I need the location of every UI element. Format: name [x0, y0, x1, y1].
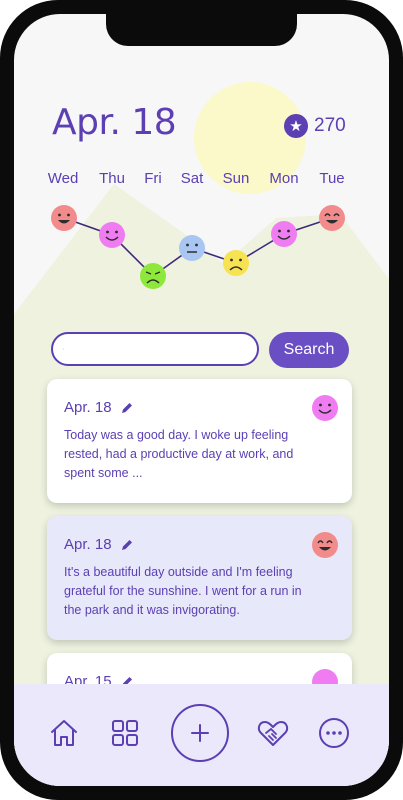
mood-face-sad[interactable]	[140, 263, 166, 289]
weekday-row: Wed Thu Fri Sat Sun Mon Tue	[14, 170, 389, 192]
bottom-nav	[14, 684, 389, 786]
mood-face-sad[interactable]	[223, 250, 249, 276]
entry-date-row: Apr. 18	[64, 536, 334, 553]
day-label: Fri	[144, 170, 162, 187]
more-icon	[319, 718, 349, 748]
day-label: Thu	[99, 170, 125, 187]
day-label: Mon	[269, 170, 299, 187]
entry-text: Today was a good day. I woke up feeling …	[64, 428, 294, 480]
mood-face-happy[interactable]	[51, 205, 77, 231]
community-button[interactable]	[256, 717, 290, 749]
heart-handshake-icon	[257, 721, 289, 746]
volume-down-button	[0, 230, 2, 290]
search-field[interactable]	[51, 332, 259, 366]
mood-graph	[51, 205, 345, 289]
star-icon: ★	[284, 114, 308, 138]
entry-date: Apr. 18	[64, 399, 112, 416]
search-input[interactable]	[72, 340, 257, 358]
pencil-icon[interactable]	[120, 538, 134, 552]
home-icon	[51, 720, 77, 746]
mood-face-happy[interactable]	[271, 221, 297, 247]
phone-notch	[106, 14, 297, 46]
journal-entry-card[interactable]: Apr. 18 It's a beautiful day outside and…	[47, 516, 352, 640]
entry-date-row: Apr. 18	[64, 399, 334, 416]
star-points[interactable]: ★ 270	[284, 114, 346, 138]
entry-date: Apr. 18	[64, 536, 112, 553]
day-label: Sat	[180, 170, 204, 187]
page-title: Apr. 18	[52, 102, 177, 143]
mood-face-happy[interactable]	[319, 205, 345, 231]
day-label: Sun	[222, 170, 250, 187]
day-label: Wed	[47, 170, 79, 187]
mood-face-happy-icon	[312, 532, 338, 558]
star-count: 270	[314, 115, 346, 136]
more-button[interactable]	[318, 717, 350, 749]
volume-up-button	[0, 160, 2, 220]
home-button[interactable]	[48, 717, 80, 749]
add-icon	[191, 724, 209, 742]
grid-icon	[112, 720, 138, 746]
mood-face-neutral[interactable]	[179, 235, 205, 261]
add-entry-button[interactable]	[171, 704, 229, 762]
pencil-icon[interactable]	[120, 401, 134, 415]
search-button[interactable]: Search	[269, 332, 349, 368]
search-icon	[63, 348, 64, 350]
mood-face-happy-icon	[312, 395, 338, 421]
entry-text: It's a beautiful day outside and I'm fee…	[64, 565, 302, 617]
journal-entry-card[interactable]: Apr. 18 Today was a good day. I woke up …	[47, 379, 352, 503]
grid-button[interactable]	[109, 717, 141, 749]
phone-frame: Apr. 18 ★ 270 Wed Thu Fri Sat Sun Mon Tu…	[0, 0, 403, 800]
day-label: Tue	[319, 170, 345, 187]
app-screen: Apr. 18 ★ 270 Wed Thu Fri Sat Sun Mon Tu…	[14, 14, 389, 786]
mood-face-happy[interactable]	[99, 222, 125, 248]
